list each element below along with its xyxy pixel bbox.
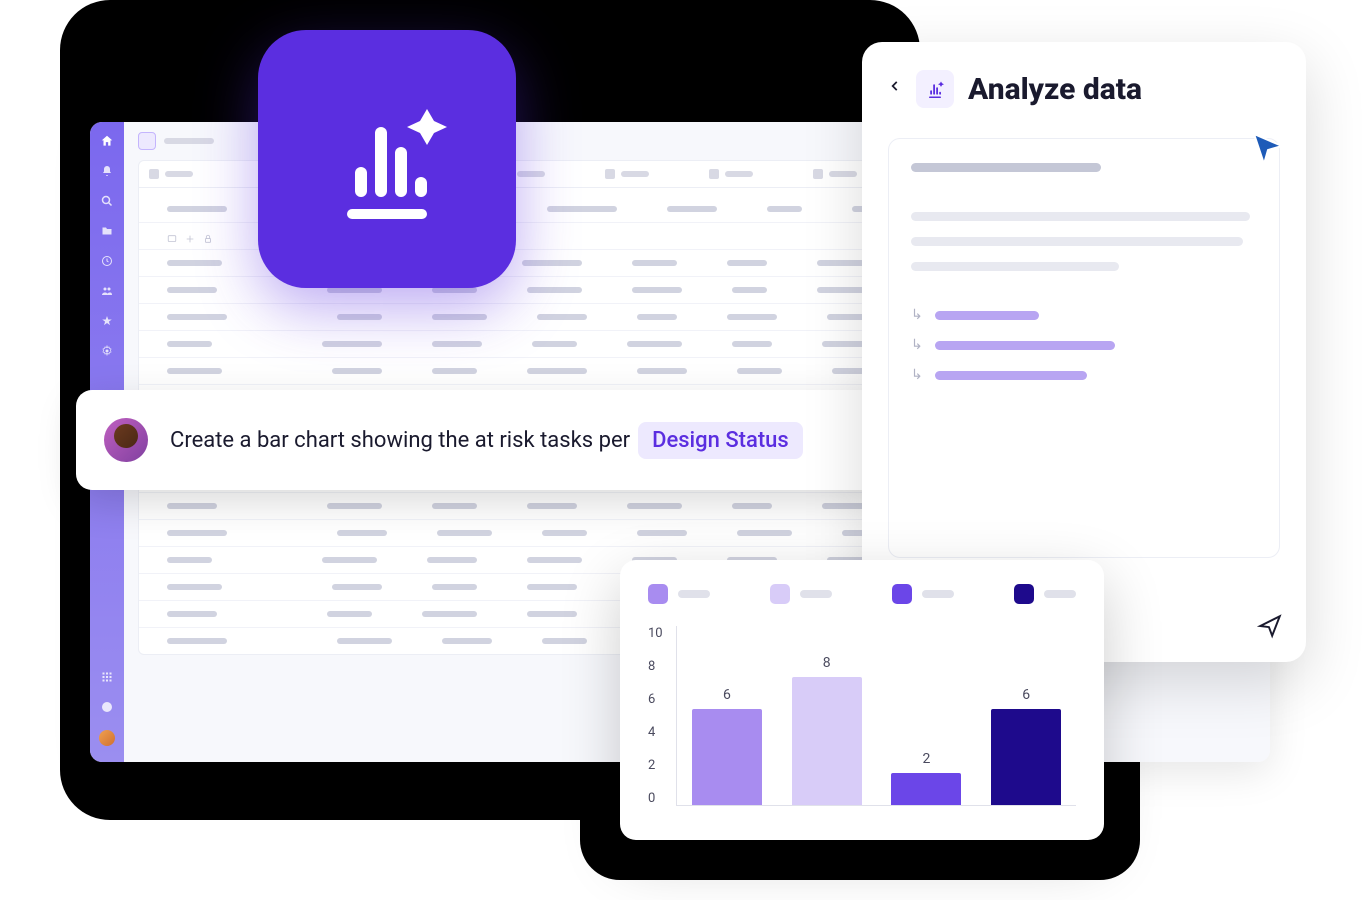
suggestion-item[interactable]: ↳	[911, 307, 1257, 323]
analyze-header: Analyze data	[888, 70, 1280, 108]
suggestion-item[interactable]: ↳	[911, 337, 1257, 353]
user-avatar	[104, 418, 148, 462]
back-button[interactable]	[888, 75, 902, 103]
star-icon[interactable]	[100, 314, 114, 328]
chart-legend	[648, 584, 1076, 604]
folder-icon[interactable]	[100, 224, 114, 238]
skeleton-line	[911, 212, 1250, 221]
column-header[interactable]	[709, 169, 753, 179]
send-button[interactable]	[1254, 610, 1286, 642]
bar-group: 6	[991, 687, 1061, 805]
bar[interactable]	[891, 773, 961, 805]
prompt-text: Create a bar chart showing the at risk t…	[170, 422, 803, 459]
grid-icon[interactable]	[100, 670, 114, 684]
user-avatar[interactable]	[99, 730, 115, 746]
y-tick: 0	[648, 791, 663, 806]
prompt-card: Create a bar chart showing the at risk t…	[76, 390, 886, 490]
comment-icon[interactable]	[167, 229, 177, 239]
skeleton-line	[911, 163, 1101, 172]
legend-swatch	[892, 584, 912, 604]
legend-item[interactable]	[770, 584, 832, 604]
clock-icon[interactable]	[100, 254, 114, 268]
chart-card: 10 8 6 4 2 0 6 8 2 6	[620, 560, 1104, 840]
y-tick: 2	[648, 758, 663, 773]
prompt-text-part: Create a bar chart showing the at risk t…	[170, 428, 630, 453]
column-header[interactable]	[813, 169, 857, 179]
legend-swatch	[770, 584, 790, 604]
legend-item[interactable]	[1014, 584, 1076, 604]
analyze-body: ↳ ↳ ↳	[888, 138, 1280, 558]
panel-title: Analyze data	[968, 72, 1142, 107]
reply-arrow-icon: ↳	[911, 307, 923, 323]
breadcrumb-item	[164, 138, 214, 144]
bar[interactable]	[991, 709, 1061, 805]
search-icon[interactable]	[100, 194, 114, 208]
column-header[interactable]	[605, 169, 649, 179]
legend-swatch	[648, 584, 668, 604]
field-tag[interactable]: Design Status	[638, 422, 803, 459]
reply-arrow-icon: ↳	[911, 337, 923, 353]
legend-swatch	[1014, 584, 1034, 604]
y-tick: 8	[648, 659, 663, 674]
suggestion-item[interactable]: ↳	[911, 367, 1257, 383]
bar-group: 8	[792, 655, 862, 805]
analyze-icon	[916, 70, 954, 108]
y-tick: 6	[648, 692, 663, 707]
bar-value-label: 6	[723, 687, 731, 703]
lock-icon[interactable]	[203, 229, 213, 239]
bars-container: 6 8 2 6	[676, 626, 1076, 806]
bar[interactable]	[792, 677, 862, 805]
column-header[interactable]	[149, 169, 193, 179]
workspace-icon[interactable]	[138, 132, 156, 150]
reply-arrow-icon: ↳	[911, 367, 923, 383]
bar-group: 6	[692, 687, 762, 805]
bar-value-label: 2	[922, 751, 930, 767]
attach-icon[interactable]	[185, 229, 195, 239]
bell-icon[interactable]	[100, 164, 114, 178]
y-tick: 4	[648, 725, 663, 740]
home-icon[interactable]	[100, 134, 114, 148]
legend-item[interactable]	[648, 584, 710, 604]
y-tick: 10	[648, 626, 663, 641]
chart-plot: 10 8 6 4 2 0 6 8 2 6	[648, 626, 1076, 806]
legend-item[interactable]	[892, 584, 954, 604]
team-icon[interactable]	[100, 284, 114, 298]
settings-icon[interactable]	[100, 344, 114, 358]
skeleton-line	[911, 262, 1119, 271]
y-axis: 10 8 6 4 2 0	[648, 626, 663, 806]
bar[interactable]	[692, 709, 762, 805]
skeleton-line	[911, 237, 1243, 246]
cursor-icon	[1248, 128, 1288, 172]
bar-value-label: 8	[823, 655, 831, 671]
help-icon[interactable]	[100, 700, 114, 714]
analyze-app-icon	[258, 30, 516, 288]
bar-group: 2	[891, 751, 961, 805]
bar-value-label: 6	[1022, 687, 1030, 703]
